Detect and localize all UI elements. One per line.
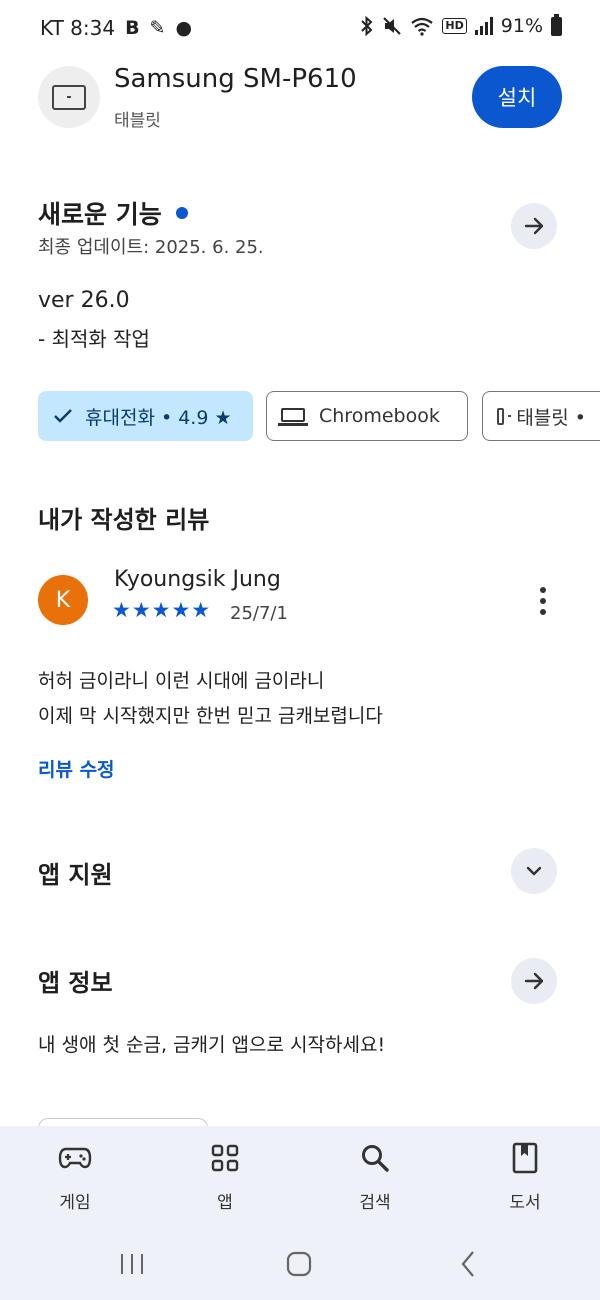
gamepad-icon — [58, 1142, 92, 1174]
review-line-1: 허허 금이라니 이런 시대에 금이라니 — [38, 670, 325, 692]
nav-search[interactable]: 검색 — [330, 1142, 420, 1213]
device-type: 태블릿 — [114, 111, 161, 131]
back-icon — [461, 1251, 474, 1277]
tablet-icon — [497, 407, 512, 425]
device-name: Samsung SM-P610 — [114, 64, 357, 94]
battery-icon — [551, 13, 562, 36]
kebab-dot — [540, 587, 546, 593]
arrow-right-icon — [524, 217, 544, 235]
apps-grid-icon — [208, 1142, 242, 1174]
chip-tablet[interactable]: 태블릿 • — [482, 391, 600, 441]
nav-search-label: 검색 — [359, 1193, 391, 1213]
arrow-right-icon — [524, 972, 544, 990]
recent-apps-button[interactable] — [102, 1244, 162, 1284]
signal-icon — [474, 17, 493, 35]
recent-apps-icon — [121, 1254, 143, 1274]
device-avatar — [38, 66, 100, 128]
book-icon — [508, 1142, 542, 1174]
version-text: ver 26.0 — [38, 288, 130, 313]
home-icon — [286, 1251, 312, 1277]
notification-b-icon: B — [125, 17, 140, 39]
chip-chromebook[interactable]: Chromebook — [266, 391, 468, 441]
chip-phone-label: 휴대전화 • 4.9 ★ — [85, 406, 232, 429]
app-support-expand-button[interactable] — [511, 848, 557, 894]
mute-icon — [383, 17, 402, 35]
new-indicator-dot — [175, 207, 188, 219]
kebab-dot — [540, 598, 546, 604]
whats-new-title: 새로운 기능 — [38, 195, 188, 231]
laptop-icon — [278, 407, 308, 426]
star-rating: ★★★★★ — [112, 598, 212, 622]
nav-games[interactable]: 게임 — [30, 1142, 120, 1213]
more-options-button[interactable] — [530, 585, 556, 617]
nav-apps-label: 앱 — [217, 1193, 233, 1213]
chevron-down-icon — [526, 866, 542, 876]
search-icon — [358, 1142, 392, 1174]
nav-apps[interactable]: 앱 — [180, 1142, 270, 1213]
reviewer-name: Kyoungsik Jung — [114, 567, 281, 592]
notification-chat-icon: ● — [175, 17, 193, 39]
whats-new-label: 새로운 기능 — [38, 200, 162, 229]
chip-tablet-label: 태블릿 • — [516, 406, 586, 429]
back-button[interactable] — [438, 1244, 498, 1284]
tablet-icon — [52, 85, 86, 110]
chip-phone[interactable]: 휴대전화 • 4.9 ★ — [38, 391, 253, 441]
carrier-time: KT 8:34 — [40, 16, 116, 40]
kebab-dot — [540, 609, 546, 615]
review-text: 허허 금이라니 이런 시대에 금이라니 이제 막 시작했지만 한번 믿고 금캐보… — [38, 664, 383, 734]
review-date: 25/7/1 — [230, 603, 288, 624]
chip-chromebook-label: Chromebook — [319, 405, 440, 427]
app-support-title: 앱 지원 — [38, 861, 113, 889]
nav-games-label: 게임 — [59, 1193, 91, 1213]
battery-percent: 91% — [500, 15, 543, 37]
status-bar: KT 8:34 B ✎ ● HD 91% — [0, 0, 600, 56]
hd-voice-badge: HD — [442, 18, 467, 34]
check-icon — [54, 409, 72, 423]
review-line-2: 이제 막 시작했지만 한번 믿고 금캐보렵니다 — [38, 705, 383, 727]
whats-new-arrow-button[interactable] — [511, 203, 557, 249]
home-button[interactable] — [269, 1244, 329, 1284]
bluetooth-icon — [361, 16, 373, 36]
wifi-icon — [411, 17, 434, 36]
bottom-navigation: 게임 앱 검색 도서 — [0, 1126, 600, 1300]
nav-books[interactable]: 도서 — [480, 1142, 570, 1213]
notification-pen-icon: ✎ — [149, 17, 166, 39]
edit-review-link[interactable]: 리뷰 수정 — [38, 755, 115, 782]
last-updated: 최종 업데이트: 2025. 6. 25. — [38, 237, 264, 258]
my-review-title: 내가 작성한 리뷰 — [38, 506, 210, 534]
app-info-title: 앱 정보 — [38, 969, 113, 997]
nav-books-label: 도서 — [509, 1193, 541, 1213]
app-info-description: 내 생애 첫 순금, 금캐기 앱으로 시작하세요! — [38, 1034, 386, 1056]
version-note: - 최적화 작업 — [38, 327, 150, 351]
app-info-arrow-button[interactable] — [511, 958, 557, 1004]
install-button[interactable]: 설치 — [472, 66, 562, 128]
avatar: K — [38, 575, 88, 625]
